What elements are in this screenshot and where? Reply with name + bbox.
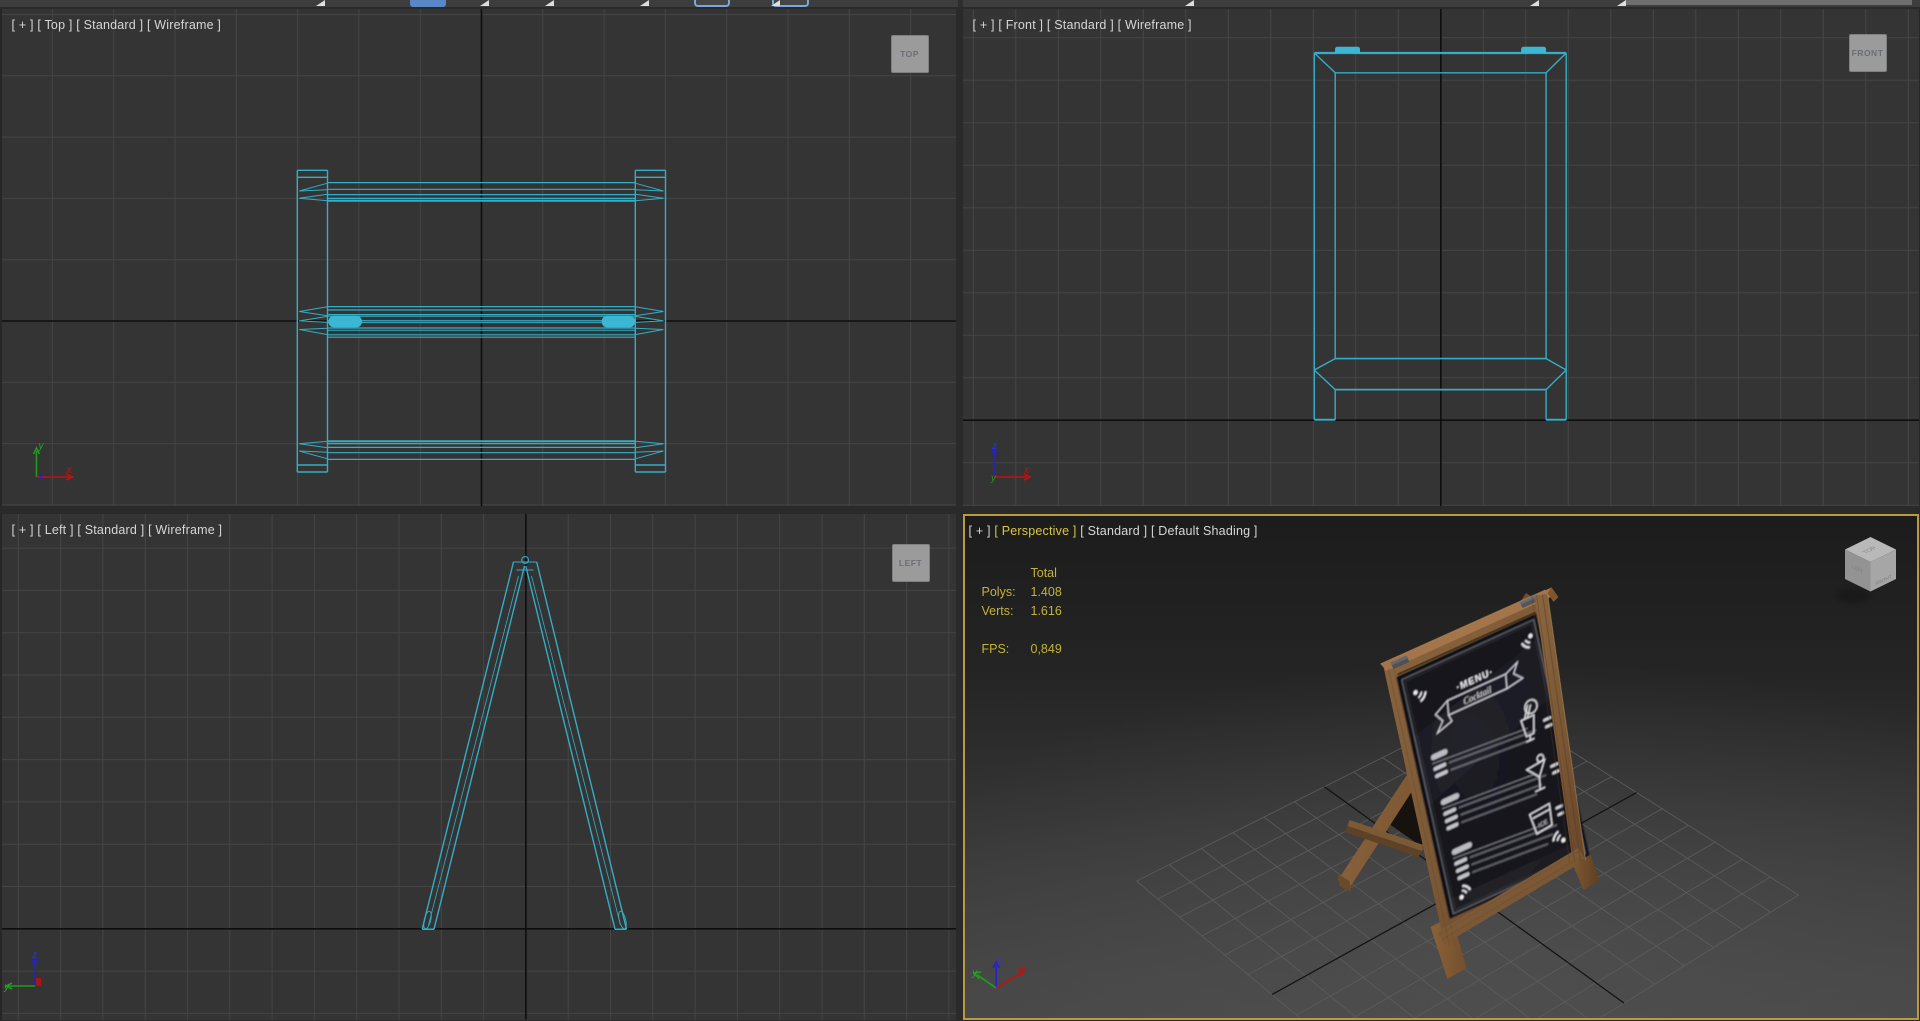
svg-text:z: z [31,950,37,961]
svg-text:z: z [37,471,43,482]
svg-text:y: y [3,982,10,993]
svg-text:x: x [1019,963,1026,974]
svg-text:y: y [971,968,978,979]
svg-text:x: x [65,465,72,476]
svg-text:z: z [996,955,1002,966]
svg-text:y: y [990,473,997,484]
svg-text:y: y [37,441,44,452]
svg-text:z: z [991,441,997,452]
svg-text:x: x [1023,465,1030,476]
